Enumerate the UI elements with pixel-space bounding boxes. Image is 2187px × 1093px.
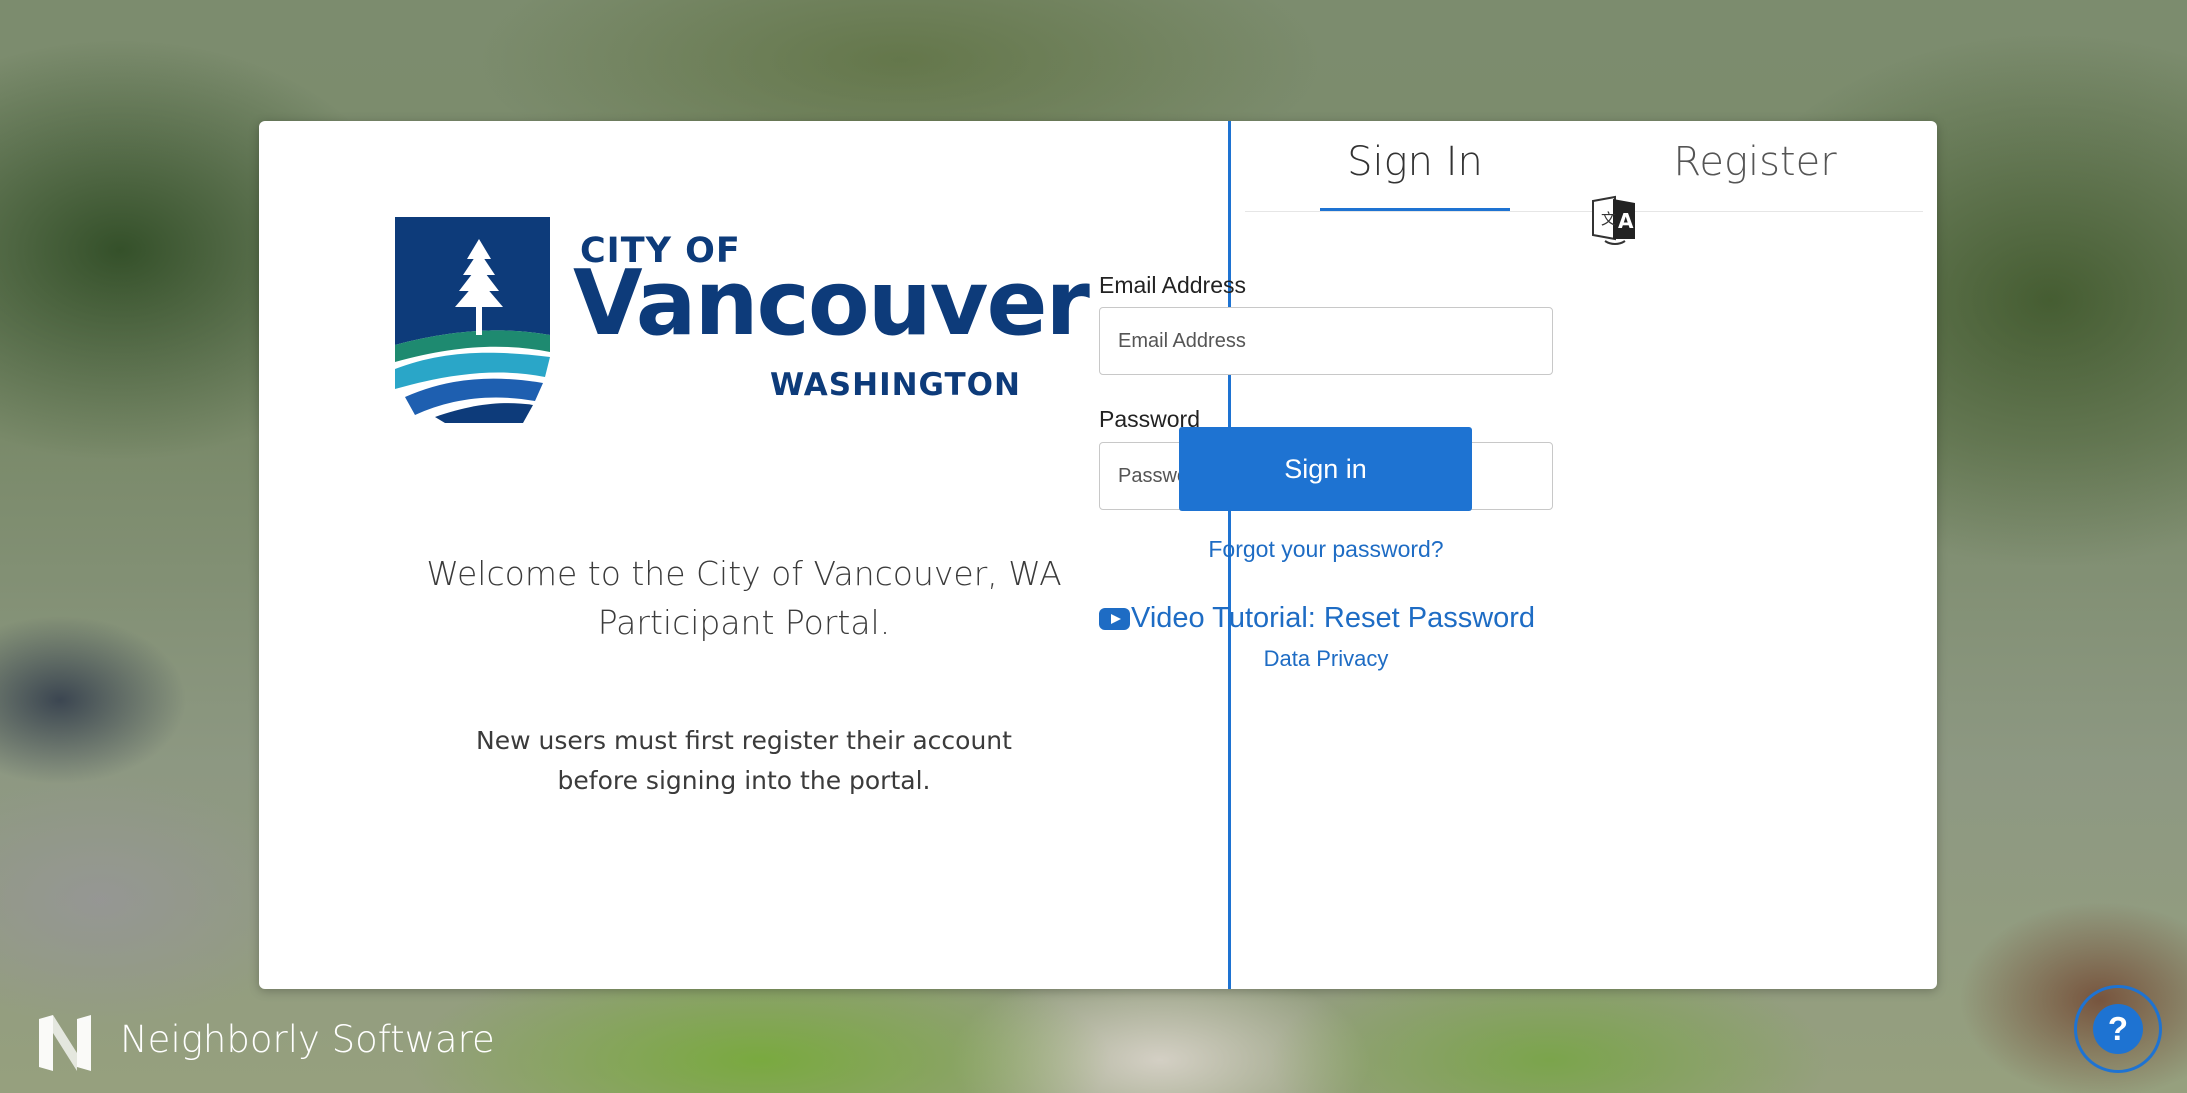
youtube-icon <box>1099 608 1130 630</box>
tab-sign-in[interactable]: Sign In <box>1320 139 1510 211</box>
video-tutorial-link[interactable]: Video Tutorial: Reset Password <box>1099 602 1535 635</box>
sign-in-button[interactable]: Sign in <box>1179 427 1472 511</box>
auth-panel: Sign In Register <box>259 121 1937 989</box>
vendor-name: Neighborly Software <box>120 1018 495 1061</box>
email-label: Email Address <box>1099 272 1247 298</box>
help-icon: ? <box>2093 1004 2143 1054</box>
help-button[interactable]: ? <box>2074 985 2162 1073</box>
tab-register[interactable]: Register <box>1665 139 1845 211</box>
translate-icon[interactable]: 文 A <box>1591 195 1637 245</box>
svg-text:A: A <box>1618 209 1634 233</box>
svg-text:文: 文 <box>1601 210 1616 228</box>
neighborly-logo-icon <box>39 1015 91 1071</box>
auth-tabs: Sign In Register <box>1245 121 1923 212</box>
video-tutorial-label: Video Tutorial: Reset Password <box>1131 602 1536 634</box>
forgot-password-link[interactable]: Forgot your password? <box>1130 536 1522 563</box>
email-field[interactable] <box>1099 307 1553 375</box>
data-privacy-link[interactable]: Data Privacy <box>1130 646 1522 672</box>
